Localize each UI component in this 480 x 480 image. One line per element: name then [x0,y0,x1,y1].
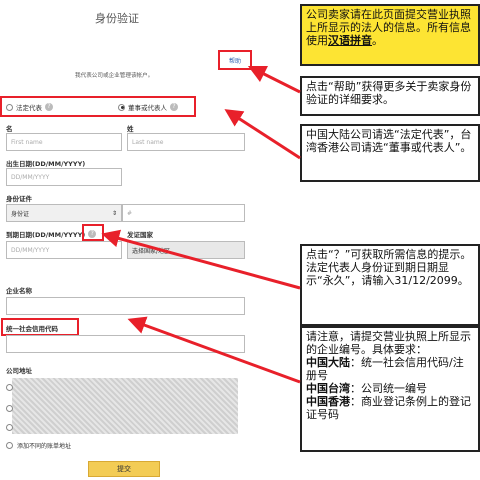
expiry-date-input[interactable] [6,241,122,259]
legal-rep-radio[interactable] [6,103,13,111]
credit-code-input[interactable] [6,335,245,353]
id-doc-label: 身份证件 [6,195,32,203]
note-label: 中国台湾 [306,382,350,395]
role-director[interactable]: 董事或代表人 ? [118,102,178,112]
note-question: 点击“？”可获取所需信息的提示。法定代表人身份证到期日期显示“永久”，请输入31… [300,244,480,326]
director-radio[interactable] [118,103,125,111]
birth-date-label: 出生日期(DD/MM/YYYY) [6,160,86,168]
note-label: 中国香港 [306,395,350,408]
page-title: 身份验证 [95,12,139,25]
director-label: 董事或代表人 [128,104,167,112]
first-name-label: 名 [6,125,13,133]
id-doc-select[interactable]: 身份证 ⇕ [6,204,122,222]
help-link[interactable]: 帮助 [218,50,252,70]
last-name-label: 姓 [127,125,134,133]
last-name-input[interactable] [127,133,245,151]
credit-code-label: 统一社会信用代码 [6,325,58,333]
submit-button[interactable]: 提交 [88,461,160,477]
note-role: 中国大陆公司请选“法定代表”，台湾香港公司请选“董事或代表人”。 [300,124,480,182]
other-billing-option[interactable]: 添加不同的账单地址 [6,441,71,450]
note-text: 请注意，请提交营业执照上所显示的企业编号。具体要求： [306,330,471,356]
legal-rep-label: 法定代表 [16,104,42,112]
help-question-icon[interactable]: ? [45,103,53,111]
note-text: ：公司统一编号 [350,382,427,395]
intro-text: 我代表公司或企业管理该帐户。 [75,73,154,79]
question-highlight-box [82,224,104,241]
company-name-input[interactable] [6,297,245,315]
address-radio[interactable] [6,405,13,412]
expiry-label: 到期日期(DD/MM/YYYY) [6,231,86,239]
help-question-icon[interactable]: ? [170,103,178,111]
role-legal-rep[interactable]: 法定代表 ? [6,102,53,112]
other-billing-radio[interactable] [6,442,13,449]
company-name-label: 企业名称 [6,287,32,295]
note-company-number: 请注意，请提交营业执照上所显示的企业编号。具体要求： 中国大陆：统一社会信用代码… [300,326,480,452]
note-label: 中国大陆 [306,356,350,369]
chevron-updown-icon: ⇕ [111,209,117,217]
country-label: 发证国家 [127,231,153,239]
note-company-seller: 公司卖家请在此页面提交营业执照上所显示的法人的信息。所有信息使用汉语拼音。 [300,4,480,66]
note-help: 点击“帮助”获得更多关于卖家身份验证的详细要求。 [300,76,480,116]
address-blurred-area [12,378,238,434]
id-number-input[interactable] [122,204,245,222]
note-text: 。 [372,34,383,47]
note-highlight: 汉语拼音 [328,34,372,47]
first-name-input[interactable] [6,133,122,151]
country-select[interactable]: 选择国家/地区 [127,241,245,259]
address-radio[interactable] [6,424,13,431]
address-radio[interactable] [6,384,13,391]
id-doc-selected: 身份证 [11,210,30,218]
address-label: 公司地址 [6,367,32,375]
country-selected: 选择国家/地区 [132,247,171,255]
birth-date-input[interactable] [6,168,122,186]
identity-verification-form: 身份验证 帮助 我代表公司或企业管理该帐户。 法定代表 ? 董事或代表人 ? 名… [0,0,300,480]
other-billing-label: 添加不同的账单地址 [17,443,72,450]
